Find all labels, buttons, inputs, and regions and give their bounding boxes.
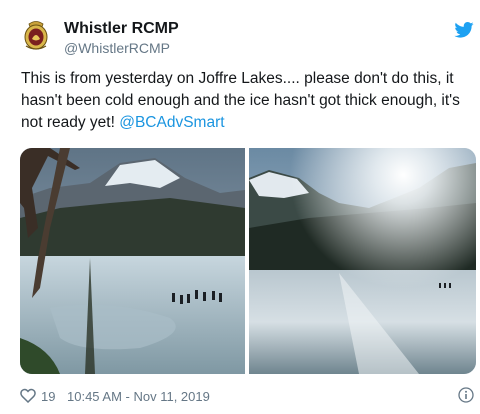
tweet-text: This is from yesterday on Joffre Lakes..… [21,68,473,134]
author-handle[interactable]: @WhistlerRCMP [64,40,170,56]
tweet-footer: 19 10:45 AM - Nov 11, 2019 [20,387,476,407]
info-icon[interactable] [458,387,474,403]
heart-icon[interactable] [20,388,36,404]
twitter-bird-icon[interactable] [454,22,474,38]
tweet-card: Whistler RCMP @WhistlerRCMP This is from… [0,0,480,414]
tweet-body: This is from yesterday on Joffre Lakes..… [21,70,460,131]
lake-photo-left[interactable] [20,148,245,374]
timestamp[interactable]: 10:45 AM - Nov 11, 2019 [67,389,210,404]
lake-photo-right[interactable] [249,148,476,374]
like-count: 19 [41,389,56,404]
mention-link[interactable]: @BCAdvSmart [119,114,224,131]
rcmp-crest-icon[interactable] [20,18,52,52]
media-gallery [20,148,476,374]
author-name[interactable]: Whistler RCMP [64,20,179,38]
